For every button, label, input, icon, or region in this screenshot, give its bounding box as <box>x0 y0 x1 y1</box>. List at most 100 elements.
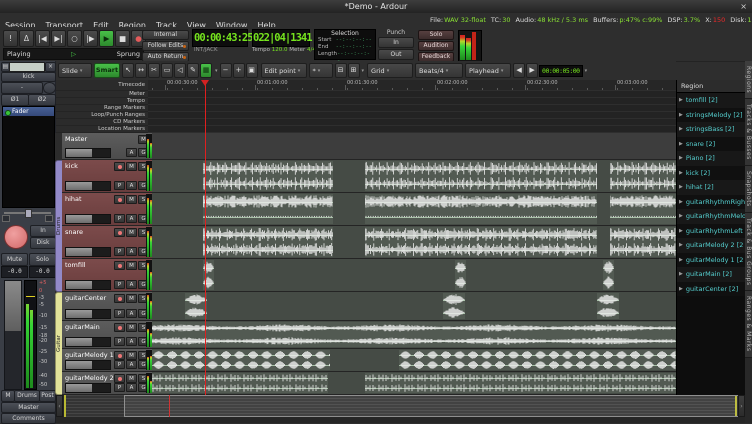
track-row-guitarmelody-2[interactable] <box>152 372 676 395</box>
region-list-item[interactable]: ▶kick [2] <box>677 166 746 181</box>
track-m-button[interactable]: M <box>126 294 137 303</box>
ruler-row-cd-markers[interactable] <box>148 119 676 126</box>
record-enable-big-button[interactable] <box>4 225 28 249</box>
track-row-kick[interactable] <box>152 160 676 193</box>
expand-tracks-button[interactable]: ⊞ <box>348 63 360 78</box>
track-m-button[interactable]: M <box>126 351 137 360</box>
track-fader[interactable] <box>65 280 111 290</box>
track-m-button[interactable]: M <box>126 162 137 171</box>
track-name[interactable]: guitarMelody 2 <box>65 374 114 382</box>
track-a-button[interactable]: A <box>126 214 137 223</box>
track-p-button[interactable]: P <box>114 181 125 190</box>
ruler-label-cd-markers[interactable]: CD Markers <box>56 119 148 126</box>
track-m-button[interactable]: M <box>126 195 137 204</box>
region-list-item[interactable]: ▶stringsMelody [2] <box>677 108 746 123</box>
processor-box[interactable]: Fader <box>2 106 55 208</box>
region-list-item[interactable]: ▶snare [2] <box>677 137 746 152</box>
region-list-item[interactable]: ▶guitarRhythmLeft <box>677 224 746 239</box>
track-name[interactable]: kick <box>65 162 78 170</box>
pan-left-box[interactable] <box>2 215 10 222</box>
trim-knob[interactable] <box>43 82 56 94</box>
region-list-item[interactable]: ▶guitarMelody 1 [2 <box>677 253 746 268</box>
track-m-button[interactable]: M <box>126 374 137 383</box>
track-record-arm-button[interactable] <box>114 195 125 204</box>
summary-scroll-left-button[interactable]: ‹ <box>56 395 63 417</box>
track-p-button[interactable]: P <box>114 247 125 256</box>
meter-position-button[interactable]: Post <box>39 390 56 402</box>
zoom-in-button[interactable]: + <box>233 63 245 78</box>
side-tab-regions[interactable]: Regions <box>745 61 752 99</box>
track-a-button[interactable]: A <box>126 280 137 289</box>
expander-icon[interactable]: ▶ <box>679 112 683 118</box>
track-header-guitarmelody-1[interactable]: guitarMelody 1SMGAP <box>62 349 152 372</box>
tempo-meter-row[interactable]: Tempo 120.0 Meter 4/4 <box>252 47 310 53</box>
track-fader[interactable] <box>65 309 111 319</box>
secondary-clock[interactable]: 022|04|1341 Tempo 120.0 Meter 4/4 <box>252 29 310 53</box>
nudge-back-button[interactable]: ◀ <box>513 63 525 78</box>
track-fader[interactable] <box>65 337 111 347</box>
track-fader[interactable] <box>65 383 111 393</box>
group-button[interactable]: Drums <box>14 390 40 402</box>
nudge-forward-button[interactable]: ▶ <box>526 63 538 78</box>
track-m-button[interactable]: M <box>126 228 137 237</box>
ruler-row-loop-punch-ranges[interactable] <box>148 112 676 119</box>
track-header-hihat[interactable]: hihatSMGAP <box>62 193 152 226</box>
follow-edits-button[interactable]: Follow Edits <box>142 41 189 51</box>
track-row-hihat[interactable] <box>152 193 676 226</box>
grab-tool-button[interactable]: ↖ <box>122 63 134 78</box>
region-list-item[interactable]: ▶Piano [2] <box>677 151 746 166</box>
track-record-arm-button[interactable] <box>114 261 125 270</box>
audio-region[interactable] <box>365 227 597 257</box>
track-record-arm-button[interactable] <box>114 323 125 332</box>
track-row-guitarcenter[interactable] <box>152 292 676 321</box>
zoom-fit-button[interactable]: ▣ <box>246 63 258 78</box>
side-tab-snapshots[interactable]: Snapshots <box>745 166 752 213</box>
expander-icon[interactable]: ▶ <box>679 271 683 277</box>
midi-panic-button[interactable]: ! <box>3 30 18 47</box>
track-a-button[interactable]: A <box>126 247 137 256</box>
audio-region[interactable] <box>203 161 333 191</box>
track-row-tomfill[interactable] <box>152 259 676 292</box>
expander-icon[interactable]: ▶ <box>679 184 683 190</box>
track-fader[interactable] <box>65 360 111 370</box>
loop-button[interactable]: ○ <box>67 30 82 47</box>
track-name[interactable]: guitarCenter <box>65 294 106 302</box>
audio-region[interactable] <box>597 293 619 319</box>
primary-clock[interactable]: 00:00:43:25 INT/JACK <box>192 29 248 53</box>
track-record-arm-button[interactable] <box>114 294 125 303</box>
audio-region[interactable] <box>185 293 207 319</box>
ruler-row-location-markers[interactable] <box>148 126 676 133</box>
mute-button[interactable]: Mute <box>1 253 28 266</box>
goto-start-button[interactable]: |◀ <box>35 30 50 47</box>
region-list-item[interactable]: ▶hihat [2] <box>677 180 746 195</box>
edit-point-combo[interactable]: Playhead▾ <box>465 63 511 78</box>
ruler-label-tempo[interactable]: Tempo <box>56 98 148 105</box>
visible-tracks-combo[interactable]: *▾ <box>309 63 333 78</box>
audio-region[interactable] <box>152 322 676 347</box>
audio-region[interactable] <box>203 227 333 257</box>
expander-icon[interactable]: ▶ <box>679 141 683 147</box>
playhead-marker[interactable] <box>201 80 209 86</box>
track-p-button[interactable]: P <box>114 214 125 223</box>
nudge-clock[interactable]: 00:00:05:00 <box>539 65 583 77</box>
punch-out-button[interactable]: Out <box>378 49 414 60</box>
comments-button[interactable]: Comments <box>1 413 56 424</box>
track-record-arm-button[interactable] <box>114 228 125 237</box>
region-list-item[interactable]: ▶guitarRhythmMelo <box>677 209 746 224</box>
track-row-master[interactable] <box>152 133 676 160</box>
strip-name-box[interactable] <box>9 62 45 72</box>
track-row-snare[interactable] <box>152 226 676 259</box>
region-list-item[interactable]: ▶guitarCenter [2] <box>677 282 746 297</box>
audio-region[interactable] <box>152 350 330 370</box>
pan-right-box[interactable] <box>45 215 53 222</box>
internal-edit-button[interactable]: ▦ <box>200 63 212 78</box>
metronome-button[interactable]: Δ <box>19 30 34 47</box>
pan-handle[interactable] <box>25 209 32 218</box>
cut-tool-button[interactable]: ✂ <box>148 63 160 78</box>
expander-icon[interactable]: ▶ <box>679 97 683 103</box>
ruler-row-meter[interactable] <box>148 91 676 98</box>
goto-end-button[interactable]: ▶| <box>51 30 66 47</box>
smart-mode-button[interactable]: Smart <box>94 63 120 78</box>
ruler-row-range-markers[interactable] <box>148 105 676 112</box>
track-a-button[interactable]: A <box>126 309 137 318</box>
